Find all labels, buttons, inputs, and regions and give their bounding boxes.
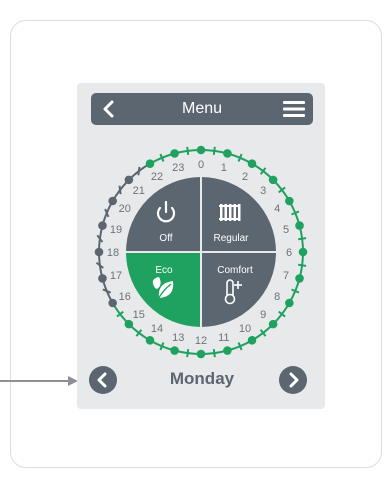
hour-dot-6[interactable] — [298, 247, 308, 257]
half-hour-tick-13 — [298, 263, 307, 267]
hour-label-7: 7 — [283, 270, 289, 282]
hour-dot-22[interactable] — [145, 159, 155, 168]
half-hour-tick-21 — [237, 342, 243, 351]
half-hour-tick-43 — [137, 166, 141, 176]
hour-label-3: 3 — [260, 185, 266, 197]
schedule-dial: 0 1234567891011121314151617181920212223 O… — [94, 145, 308, 359]
prev-day-button[interactable] — [89, 366, 117, 394]
half-hour-tick-11 — [298, 237, 307, 241]
hour-label-4: 4 — [274, 203, 280, 215]
hour-dot-12[interactable] — [196, 349, 206, 359]
hour-dot-8[interactable] — [285, 298, 294, 308]
hour-label-13: 13 — [172, 332, 184, 344]
pointer-arrow — [0, 376, 78, 386]
hour-dot-18[interactable] — [94, 247, 104, 257]
half-hour-tick-3 — [237, 153, 243, 162]
hour-dot-19[interactable] — [98, 221, 107, 230]
next-day-button[interactable] — [279, 366, 307, 394]
hour-label-21: 21 — [133, 185, 145, 197]
hour-label-15: 15 — [133, 309, 145, 321]
hour-dot-10[interactable] — [247, 336, 257, 345]
half-hour-tick-15 — [291, 288, 300, 294]
half-hour-tick-23 — [212, 349, 216, 358]
hour-dot-7[interactable] — [295, 274, 304, 283]
hour-dot-3[interactable] — [268, 175, 278, 185]
chevron-right-icon — [289, 372, 299, 388]
hour-label-22: 22 — [151, 171, 163, 183]
mode-regular-label: Regular — [213, 233, 249, 244]
half-hour-tick-47 — [186, 146, 190, 155]
hour-label-10: 10 — [239, 323, 251, 335]
hour-label-23: 23 — [172, 162, 184, 174]
hour-dot-11[interactable] — [223, 346, 232, 355]
hour-dot-1[interactable] — [223, 149, 232, 158]
hour-label-0: 0 — [198, 159, 204, 171]
hour-dot-5[interactable] — [295, 221, 304, 230]
thermostat-panel: Menu 0 1 2 3 4 5 6 7 8 9 10 11 12 13 14 15 16 17 18 19 20 21 2… — [77, 83, 325, 409]
hour-label-16: 16 — [119, 291, 131, 303]
hour-label-5: 5 — [283, 224, 289, 236]
hour-dot-23[interactable] — [170, 149, 179, 158]
hour-label-12: 12 — [195, 335, 207, 347]
hour-label-14: 14 — [151, 323, 163, 335]
chevron-left-icon — [97, 372, 107, 388]
hour-label-2: 2 — [242, 171, 248, 183]
half-hour-tick-27 — [159, 342, 165, 351]
mode-eco-label: Eco — [155, 265, 173, 276]
hour-dot-2[interactable] — [247, 159, 257, 168]
hour-label-17: 17 — [110, 270, 122, 282]
mode-comfort-label: Comfort — [217, 265, 253, 276]
hour-label-1: 1 — [221, 162, 227, 174]
hour-dot-14[interactable] — [145, 336, 155, 345]
day-label: Monday — [169, 369, 235, 388]
hour-dot-0[interactable] — [196, 145, 206, 155]
half-hour-tick-9 — [291, 210, 300, 216]
hour-dot-13[interactable] — [170, 346, 179, 355]
hour-label-18: 18 — [107, 247, 119, 259]
mode-off-label: Off — [159, 233, 172, 244]
hour-label-9: 9 — [260, 309, 266, 321]
hour-label-6: 6 — [286, 247, 292, 259]
hour-label-20: 20 — [119, 203, 131, 215]
hour-dot-4[interactable] — [285, 196, 294, 206]
hour-dot-21[interactable] — [124, 175, 134, 185]
hour-label-19: 19 — [110, 224, 122, 236]
hour-dot-16[interactable] — [108, 298, 117, 308]
half-hour-tick-1 — [212, 146, 216, 155]
half-hour-tick-25 — [186, 349, 190, 358]
hour-dot-17[interactable] — [98, 274, 107, 283]
hour-label-8: 8 — [274, 291, 280, 303]
hour-dot-20[interactable] — [108, 196, 117, 206]
half-hour-tick-41 — [118, 185, 122, 195]
hour-dot-9[interactable] — [268, 319, 278, 329]
half-hour-tick-45 — [159, 153, 165, 162]
hour-label-11: 11 — [218, 332, 229, 344]
